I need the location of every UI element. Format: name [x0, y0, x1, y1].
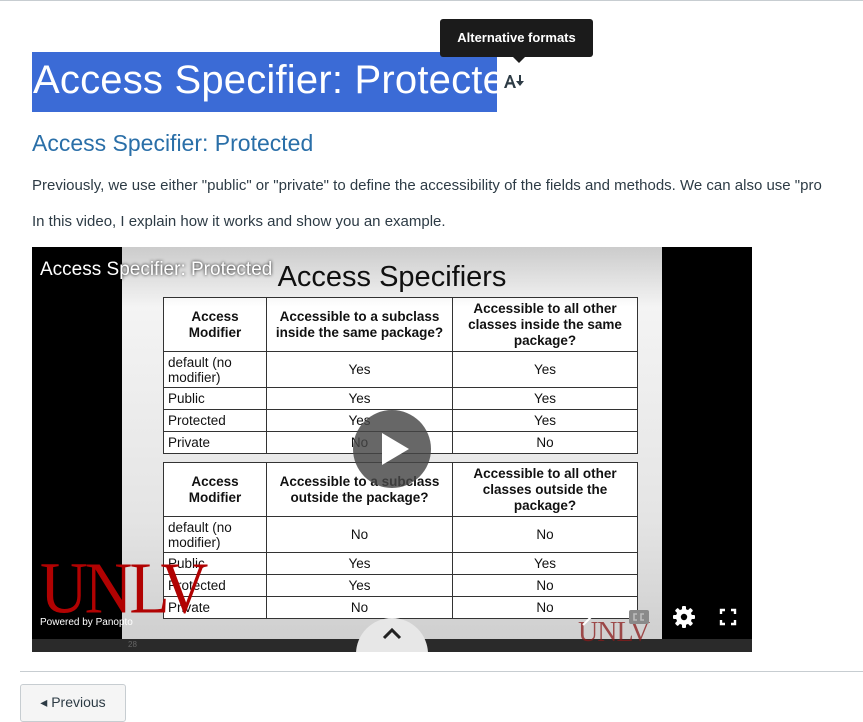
content-divider [20, 671, 863, 672]
alternative-formats-icon[interactable] [503, 72, 525, 90]
table-cell: No [452, 431, 638, 454]
table-cell: Yes [266, 552, 453, 575]
table-cell: Yes [266, 574, 453, 597]
table-cell: Yes [452, 351, 638, 388]
alternative-formats-tooltip: Alternative formats [440, 19, 593, 63]
table-cell: No [452, 516, 638, 553]
table-header: Accessible to a subclass inside the same… [266, 297, 453, 352]
table-cell: Yes [266, 387, 453, 410]
table-cell: No [452, 596, 638, 619]
video-player[interactable]: Access Specifiers Access Modifier Access… [32, 247, 752, 652]
play-button[interactable] [353, 410, 431, 488]
table-cell: Yes [452, 552, 638, 575]
table-cell: Yes [452, 387, 638, 410]
play-icon [382, 433, 409, 465]
page-title: Access Specifier: Protected [33, 58, 528, 102]
content-heading: Access Specifier: Protected [32, 130, 314, 156]
popout-button[interactable] [578, 604, 604, 630]
fullscreen-icon [719, 608, 737, 626]
expand-up-icon [382, 627, 402, 640]
gear-icon [673, 606, 695, 628]
table-cell: Protected [163, 409, 267, 432]
table-header: Access Modifier [163, 462, 267, 517]
unlv-logo: UNLV [40, 548, 208, 629]
table-cell: Yes [266, 351, 453, 388]
table-header: Access Modifier [163, 297, 267, 352]
slide-number: 28 [128, 640, 137, 649]
table-cell: Private [163, 431, 267, 454]
intro-paragraph: Previously, we use either "public" or "p… [32, 177, 822, 194]
table-cell: default (no modifier) [163, 516, 267, 553]
powered-by-label: Powered by Panopto [40, 617, 133, 628]
settings-button[interactable] [671, 604, 697, 630]
video-description: In this video, I explain how it works an… [32, 213, 446, 230]
table-cell: Yes [452, 409, 638, 432]
table-cell: No [266, 516, 453, 553]
captions-icon [629, 610, 649, 624]
fullscreen-button[interactable] [715, 604, 741, 630]
table-cell: default (no modifier) [163, 351, 267, 388]
table-header: Accessible to all other classes outside … [452, 462, 638, 517]
popout-icon [582, 609, 599, 626]
previous-button[interactable]: ◂ Previous [20, 684, 126, 722]
top-divider [0, 0, 863, 1]
table-cell: No [452, 574, 638, 597]
captions-button[interactable] [626, 604, 652, 630]
table-header: Accessible to all other classes inside t… [452, 297, 638, 352]
table-cell: Public [163, 387, 267, 410]
table-cell: No [266, 596, 453, 619]
video-title: Access Specifier: Protected [40, 259, 273, 280]
